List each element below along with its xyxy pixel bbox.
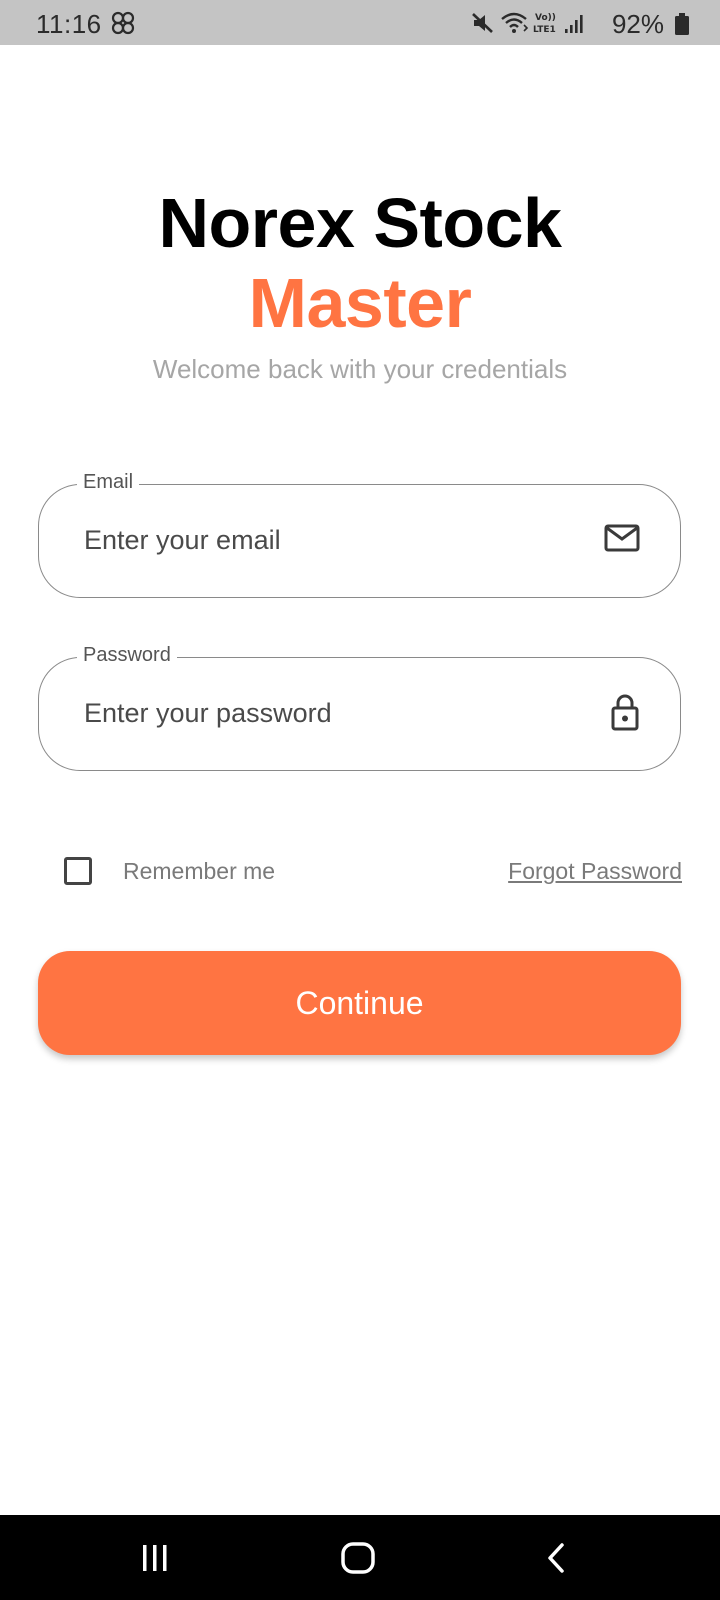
remember-me-checkbox[interactable] <box>64 857 92 885</box>
svg-text:Vo)): Vo)) <box>535 13 556 23</box>
svg-text:LTE1: LTE1 <box>533 25 556 35</box>
app-title-accent: Master <box>248 264 472 342</box>
email-input[interactable] <box>84 485 564 596</box>
back-button[interactable] <box>498 1515 618 1600</box>
battery-icon <box>674 13 690 40</box>
status-bar: 11:16 Vo)) LTE1 92% <box>0 0 720 45</box>
mail-icon <box>604 523 640 558</box>
app-notification-icon <box>110 11 136 40</box>
lock-icon <box>610 693 640 736</box>
continue-button[interactable]: Continue <box>38 951 681 1055</box>
navigation-bar <box>0 1515 720 1600</box>
home-icon <box>340 1541 376 1580</box>
home-button[interactable] <box>298 1515 418 1600</box>
forgot-password-link[interactable]: Forgot Password <box>508 858 682 885</box>
recents-button[interactable] <box>95 1515 215 1600</box>
recents-icon <box>140 1543 170 1578</box>
wifi-icon <box>500 11 530 40</box>
battery-percent: 92% <box>611 9 664 39</box>
password-field[interactable]: Password <box>38 642 681 771</box>
email-field[interactable]: Email <box>38 469 681 598</box>
mute-icon <box>471 12 495 39</box>
remember-me-label: Remember me <box>123 858 276 884</box>
signal-icon <box>564 14 586 39</box>
app-title: Norex Stock <box>158 184 562 262</box>
back-icon <box>544 1542 568 1579</box>
status-time: 11:16 <box>36 9 102 39</box>
password-input[interactable] <box>84 658 564 769</box>
login-screen: 11:16 Vo)) LTE1 92% Norex Stock Master W… <box>0 0 720 1600</box>
volte-lte-icon: Vo)) LTE1 <box>532 10 562 41</box>
welcome-subtitle: Welcome back with your credentials <box>152 354 568 384</box>
